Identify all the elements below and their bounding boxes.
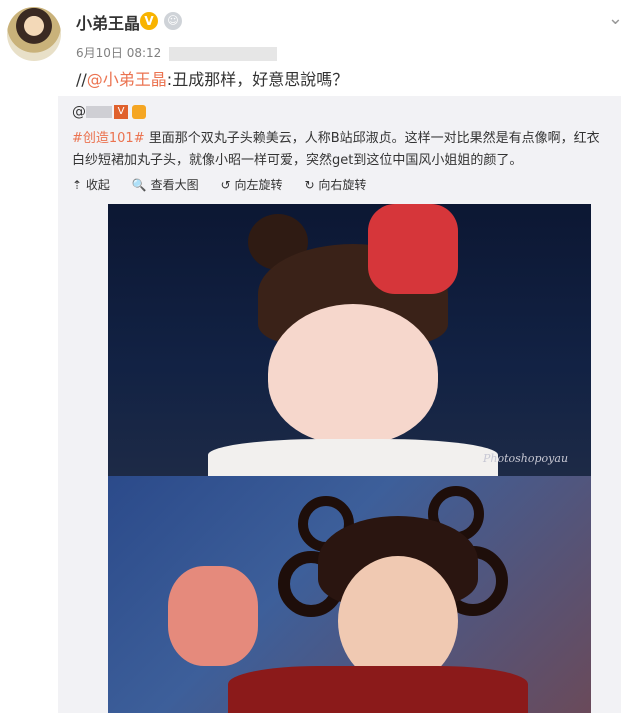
post-text: //@小弟王晶:丑成那样，好意思說嗎？ (76, 66, 348, 90)
text-prefix: // (76, 70, 87, 89)
comparison-photo[interactable]: Photoshopoyau (108, 204, 591, 713)
image-actions: ⇡ 收起 🔍 查看大图 ↺ 向左旋转 ↻ 向右旋转 (72, 176, 366, 193)
rotate-right-button[interactable]: ↻ 向右旋转 (305, 176, 367, 193)
photo-top: Photoshopoyau (108, 204, 591, 479)
collapse-button[interactable]: ⇡ 收起 (72, 176, 110, 193)
hashtag-link[interactable]: #创造101# (72, 131, 145, 146)
face (268, 304, 438, 444)
quoted-author-prefix: @ (72, 104, 86, 120)
blurred-author-name (86, 106, 112, 118)
red-robe (228, 666, 528, 713)
verified-badge-icon: V (140, 12, 158, 30)
weibo-post: 小弟王晶 V ☺ ⌄ 6月10日 08:12 //@小弟王晶:丑成那样，好意思說… (0, 0, 635, 713)
level-icon: ☺ (164, 12, 182, 30)
member-icon (132, 105, 146, 119)
timestamp[interactable]: 6月10日 08:12 (76, 46, 161, 60)
avatar[interactable] (7, 7, 61, 61)
view-large-button[interactable]: 🔍 查看大图 (132, 176, 199, 193)
quoted-text: #创造101# 里面那个双丸子头赖美云，人称B站邱淑贞。这样一对比果然是有点像啊… (72, 128, 612, 172)
quoted-post: @ V #创造101# 里面那个双丸子头赖美云，人称B站邱淑贞。这样一对比果然是有… (58, 96, 621, 713)
quoted-body: 里面那个双丸子头赖美云，人称B站邱淑贞。这样一对比果然是有点像啊，红衣白纱短裙加… (72, 131, 600, 168)
quoted-author[interactable]: @ V (72, 104, 146, 120)
post-meta: 6月10日 08:12 (76, 44, 278, 61)
photo-bottom (108, 476, 591, 713)
author-name[interactable]: 小弟王晶 (76, 10, 140, 34)
mention-link[interactable]: @小弟王晶 (87, 70, 167, 89)
blurred-source (169, 46, 278, 61)
rotate-left-button[interactable]: ↺ 向左旋转 (221, 176, 283, 193)
chevron-down-icon[interactable]: ⌄ (608, 8, 623, 29)
photo-watermark: Photoshopoyau (483, 452, 569, 465)
verified-badge-icon: V (114, 105, 128, 119)
red-bow (368, 204, 458, 294)
collar (208, 439, 498, 479)
text-suffix: :丑成那样，好意思說嗎？ (166, 70, 349, 89)
raised-fist (168, 566, 258, 666)
